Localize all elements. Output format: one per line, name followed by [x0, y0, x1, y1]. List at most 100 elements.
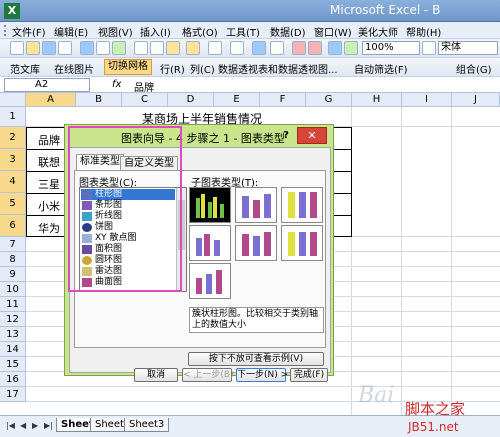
select-all-corner[interactable]	[0, 93, 26, 107]
save-icon[interactable]	[42, 41, 56, 55]
excel-icon[interactable]: X	[4, 3, 20, 19]
last-sheet-icon[interactable]: ▶|	[44, 421, 53, 430]
row-header-6[interactable]: 6	[0, 215, 26, 237]
group-button[interactable]: 组合(G)	[456, 61, 492, 76]
preview-sample-button[interactable]: 按下不放可查看示例(V)	[188, 352, 324, 366]
clustered-column-option[interactable]	[189, 187, 231, 223]
row-header-5[interactable]: 5	[0, 193, 26, 215]
function-icon[interactable]: fx	[112, 79, 121, 90]
menu-window[interactable]: 窗口(W)	[314, 24, 352, 39]
menu-format[interactable]: 格式(O)	[182, 24, 218, 39]
new-icon[interactable]	[10, 41, 24, 55]
back-button[interactable]: < 上一步(B)	[182, 368, 234, 382]
row-header-3[interactable]: 3	[0, 149, 26, 171]
insert-row-button[interactable]: 行(R)	[160, 61, 185, 76]
toggle-grid-button[interactable]: 切换网格	[104, 59, 152, 75]
clustered-3d-column-option[interactable]	[189, 225, 231, 261]
prev-sheet-icon[interactable]: ◀	[20, 421, 26, 430]
row-header-7[interactable]: 7	[0, 237, 26, 252]
cell-a3[interactable]: 联想	[38, 154, 60, 170]
tab-sheet3[interactable]: Sheet3	[124, 418, 170, 432]
row-header-9[interactable]: 9	[0, 267, 26, 282]
chart-wizard-icon[interactable]	[328, 41, 342, 55]
menu-data[interactable]: 数据(D)	[270, 24, 306, 39]
column-header-d[interactable]: D	[168, 93, 214, 107]
redo-icon[interactable]	[230, 41, 244, 55]
row-header-13[interactable]: 13	[0, 327, 26, 342]
sort-descending-icon[interactable]	[308, 41, 322, 55]
menu-tools[interactable]: 工具(T)	[226, 24, 260, 39]
row-header-12[interactable]: 12	[0, 312, 26, 327]
cell-a6[interactable]: 华为	[38, 220, 60, 236]
percent-stacked-column-icon	[288, 192, 317, 218]
autosum-icon[interactable]	[270, 41, 284, 55]
row-header-8[interactable]: 8	[0, 252, 26, 267]
zoom-select[interactable]: 100%	[362, 41, 420, 55]
stacked-3d-column-option[interactable]	[235, 225, 277, 261]
cut-icon[interactable]	[134, 41, 148, 55]
cell-a5[interactable]: 小米	[38, 198, 60, 214]
template-library-button[interactable]: 范文库	[10, 61, 40, 76]
cell-a2[interactable]: 品牌	[38, 132, 60, 148]
drawing-icon[interactable]	[344, 41, 358, 55]
cancel-button[interactable]: 取消	[134, 368, 178, 382]
column-header-i[interactable]: I	[402, 93, 452, 107]
row-header-1[interactable]: 1	[0, 107, 26, 127]
autofilter-button[interactable]: 自动筛选(F)	[354, 61, 408, 76]
column-header-h[interactable]: H	[352, 93, 402, 107]
row-header-16[interactable]: 16	[0, 372, 26, 387]
column-header-e[interactable]: E	[214, 93, 260, 107]
next-sheet-icon[interactable]: ▶	[32, 421, 38, 430]
row-header-11[interactable]: 11	[0, 297, 26, 312]
print-icon[interactable]	[80, 41, 94, 55]
copy-icon[interactable]	[150, 41, 164, 55]
column-header-b[interactable]: B	[76, 93, 122, 107]
permission-icon[interactable]	[58, 41, 72, 55]
open-icon[interactable]	[26, 41, 40, 55]
row-header-2[interactable]: 2	[0, 127, 26, 149]
percent-3d-column-option[interactable]	[281, 225, 323, 261]
hyperlink-icon[interactable]	[252, 41, 266, 55]
next-button[interactable]: 下一步(N) >	[236, 368, 288, 382]
formula-input[interactable]: 品牌	[134, 79, 154, 94]
first-sheet-icon[interactable]: |◀	[6, 421, 15, 430]
column-header-j[interactable]: J	[452, 93, 500, 107]
format-painter-icon[interactable]	[186, 41, 200, 55]
3d-column-option[interactable]	[189, 263, 231, 299]
menu-file[interactable]: 文件(F)	[12, 24, 46, 39]
close-icon[interactable]: ✕	[297, 127, 327, 144]
sort-ascending-icon[interactable]	[292, 41, 306, 55]
pivot-table-button[interactable]: 数据透视表和数据透视图...	[218, 61, 338, 76]
menu-edit[interactable]: 编辑(E)	[54, 24, 88, 39]
print-preview-icon[interactable]	[96, 41, 110, 55]
row-header-15[interactable]: 15	[0, 357, 26, 372]
row-header-14[interactable]: 14	[0, 342, 26, 357]
paste-icon[interactable]	[166, 41, 180, 55]
help-icon[interactable]: ?	[279, 129, 293, 143]
column-header-c[interactable]: C	[122, 93, 168, 107]
undo-icon[interactable]	[208, 41, 222, 55]
name-box[interactable]: A2	[4, 78, 90, 92]
insert-column-button[interactable]: 列(C)	[190, 61, 215, 76]
watermark-site-url: JB51.net	[408, 420, 459, 434]
online-images-button[interactable]: 在线图片	[54, 61, 94, 76]
row-header-4[interactable]: 4	[0, 171, 26, 193]
clustered-column-icon	[196, 194, 224, 218]
spelling-icon[interactable]	[112, 41, 126, 55]
font-select[interactable]: 宋体	[438, 41, 498, 55]
percent-stacked-column-option[interactable]	[281, 187, 323, 223]
stacked-column-option[interactable]	[235, 187, 277, 223]
help-icon[interactable]	[422, 41, 436, 55]
toolbar-grip-icon[interactable]	[4, 25, 7, 36]
finish-button[interactable]: 完成(F)	[290, 368, 328, 382]
column-header-g[interactable]: G	[306, 93, 352, 107]
column-header-f[interactable]: F	[260, 93, 306, 107]
row-header-10[interactable]: 10	[0, 282, 26, 297]
menu-view[interactable]: 视图(V)	[98, 24, 133, 39]
column-header-a[interactable]: A	[26, 93, 76, 107]
menu-help[interactable]: 帮助(H)	[406, 24, 441, 39]
row-header-17[interactable]: 17	[0, 387, 26, 402]
cell-a4[interactable]: 三星	[38, 176, 60, 192]
menu-beautify[interactable]: 美化大师	[358, 24, 398, 39]
menu-insert[interactable]: 插入(I)	[140, 24, 171, 39]
